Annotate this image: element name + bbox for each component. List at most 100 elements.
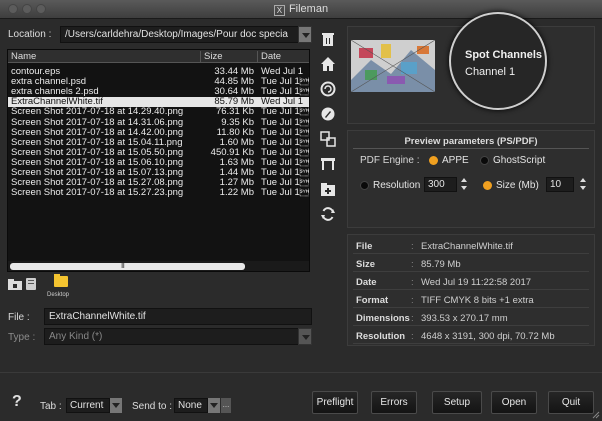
location-label: Location : — [8, 29, 52, 40]
file-list-row[interactable]: Screen Shot 2017-07-18 at 15.27.23.png 1.… — [8, 187, 309, 199]
horizontal-scrollbar[interactable]: III — [8, 261, 309, 271]
info-colon: : — [411, 295, 414, 306]
file-date-cell: Tue Jul 1 — [261, 147, 309, 158]
errors-button[interactable]: Errors — [371, 391, 417, 414]
info-key: Size — [356, 259, 376, 270]
info-row-file: File: ExtraChannelWhite.tif — [353, 237, 589, 254]
file-name-cell: Screen Shot 2017-07-18 at 14.31.06.png — [11, 116, 184, 128]
spot-channels-title: Spot Channels — [465, 49, 543, 61]
file-date-cell: Wed Jul 1 — [261, 97, 304, 108]
copy-icon[interactable] — [320, 131, 336, 147]
file-size-cell: 1.22 Mb — [219, 187, 254, 199]
file-list[interactable]: Name Size Date contour.eps 33.44 Mb Wed Ju… — [7, 49, 310, 272]
column-header-date[interactable]: Date — [257, 51, 281, 63]
info-key: Date — [356, 277, 377, 288]
setup-button[interactable]: Setup — [432, 391, 482, 414]
resize-grip-icon[interactable] — [590, 409, 600, 419]
trash-icon[interactable] — [320, 31, 336, 47]
info-colon: : — [411, 313, 414, 324]
send-to-more-button[interactable]: ... — [221, 398, 231, 413]
file-name-cell: Screen Shot 2017-07-18 at 14.29.40.png — [11, 106, 184, 118]
file-size-cell: 76.31 Kb — [215, 106, 254, 118]
column-header-name[interactable]: Name — [11, 51, 36, 63]
edit-circle-icon[interactable] — [320, 106, 336, 122]
info-value: ExtraChannelWhite.tif — [421, 241, 513, 252]
location-dropdown-button[interactable] — [298, 26, 312, 43]
scrollbar-grip: III — [121, 263, 125, 270]
column-header-size[interactable]: Size — [200, 51, 222, 63]
info-row-resolution: Resolution:4648 x 3191, 300 dpi, 70.72 M… — [353, 327, 589, 344]
tab-select[interactable]: Current — [66, 398, 110, 413]
radio-resolution[interactable] — [360, 181, 369, 190]
scrollbar-thumb[interactable] — [10, 263, 245, 270]
radio-size-mb-label: Size (Mb) — [496, 180, 539, 191]
radio-appe[interactable] — [429, 156, 438, 165]
pdf-engine-label-text: PDF Engine — [360, 155, 414, 166]
desktop-folder-icon[interactable] — [54, 274, 68, 287]
tab-label: Tab : — [40, 401, 62, 412]
info-row-format: Format: TIFF CMYK 8 bits +1 extra — [353, 291, 589, 308]
file-date-cell: Tue Jul 1 — [261, 178, 309, 189]
file-date-cell: Wed Jul 1 — [261, 67, 304, 77]
sync-icon[interactable] — [320, 206, 336, 222]
tab-label-text: Tab — [40, 401, 57, 412]
info-value: TIFF CMYK 8 bits +1 extra — [421, 295, 534, 306]
radio-ghostscript[interactable] — [480, 156, 489, 165]
divider — [353, 148, 589, 149]
add-to-folder-icon[interactable] — [320, 181, 336, 197]
resolution-stepper[interactable] — [461, 177, 467, 191]
help-button[interactable]: ? — [12, 393, 22, 411]
info-value: Wed Jul 19 11:22:58 2017 — [421, 277, 532, 288]
file-type-dropdown-button[interactable] — [298, 328, 312, 345]
window-title-text: Fileman — [288, 3, 329, 15]
file-list-row[interactable]: Screen Shot 2017-07-18 at 14.31.06.png 9.… — [8, 116, 309, 128]
file-date-cell: Tue Jul 1 — [261, 77, 309, 88]
size-mb-input[interactable]: 10 — [546, 177, 574, 192]
info-key: Format — [356, 295, 389, 306]
preview-thumbnail[interactable] — [351, 40, 435, 92]
file-size-cell: 9.35 Kb — [221, 116, 254, 128]
add-favorite-icon[interactable] — [24, 278, 38, 290]
tab-dropdown-button[interactable] — [110, 398, 122, 413]
resolution-input[interactable]: 300 — [424, 177, 457, 192]
refresh-circle-icon[interactable] — [320, 81, 336, 97]
info-value: 4648 x 3191, 300 dpi, 70.72 Mb — [421, 331, 555, 342]
location-path-field[interactable]: /Users/carldehra/Desktop/Images/Pour doc… — [60, 26, 312, 43]
info-value: 85.79 Mb — [421, 259, 461, 270]
monitor-icon[interactable] — [320, 156, 336, 172]
open-button[interactable]: Open — [491, 391, 537, 414]
type-label: Type : — [8, 332, 36, 343]
app-icon: X — [273, 5, 285, 16]
file-name-cell: Screen Shot 2017-07-18 at 15.27.23.png — [11, 187, 184, 199]
file-type-select[interactable]: Any Kind (*) — [44, 328, 312, 345]
home-icon[interactable] — [320, 56, 336, 72]
info-row-size: Size:85.79 Mb — [353, 255, 589, 272]
file-label-text: File — [8, 312, 25, 323]
preview-parameters-title: Preview parameters (PS/PDF) — [404, 136, 538, 147]
radio-ghostscript-label: GhostScript — [493, 155, 546, 166]
size-mb-stepper[interactable] — [580, 177, 586, 191]
info-colon: : — [411, 241, 414, 252]
file-date-cell: Tue Jul 1 — [261, 87, 309, 98]
send-to-select[interactable]: None — [174, 398, 208, 413]
info-key: File — [356, 241, 373, 252]
preflight-button[interactable]: Preflight — [312, 391, 358, 414]
file-name-input[interactable]: ExtraChannelWhite.tif — [44, 308, 312, 325]
file-label: File : — [8, 312, 30, 323]
home-folder-icon[interactable] — [8, 278, 22, 290]
file-date-cell: Tue Jul 1 — [261, 127, 309, 138]
info-colon: : — [411, 277, 414, 288]
file-date-cell: Tue Jul 1 — [261, 188, 309, 199]
info-key: Resolution — [356, 331, 406, 342]
quit-button[interactable]: Quit — [548, 391, 594, 414]
file-list-row[interactable]: Screen Shot 2017-07-18 at 14.29.40.png 76… — [8, 106, 309, 118]
radio-resolution-label: Resolution — [373, 180, 421, 191]
radio-appe-label: APPE — [442, 155, 469, 166]
desktop-folder-label: Desktop — [47, 292, 70, 298]
type-label-text: Type — [8, 332, 30, 343]
info-key: Dimensions — [356, 313, 410, 324]
radio-size-mb[interactable] — [483, 181, 492, 190]
info-colon: : — [411, 331, 414, 342]
spot-channel-name: Channel 1 — [465, 66, 516, 78]
send-to-dropdown-button[interactable] — [208, 398, 220, 413]
